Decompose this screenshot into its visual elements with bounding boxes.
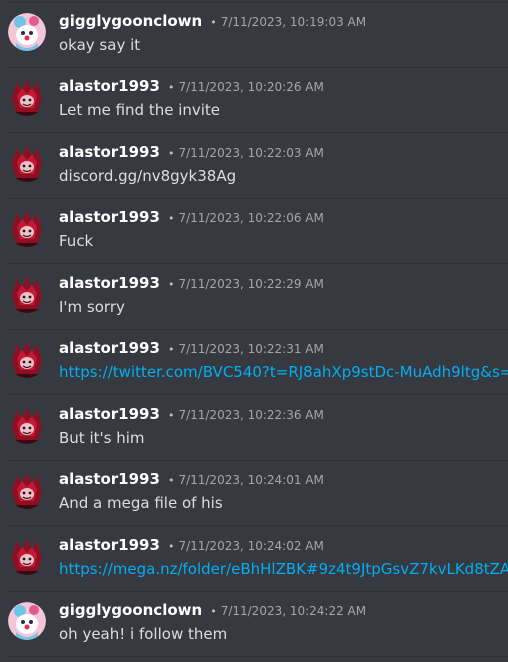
separator-dot: •	[167, 278, 175, 291]
message: gigglygoonclown • 7/11/2023, 10:19:03 AM o…	[8, 3, 508, 68]
message-author[interactable]: gigglygoonclown	[59, 12, 202, 30]
alastor-avatar-icon[interactable]	[8, 209, 46, 247]
message: alastor1993 • 7/11/2023, 10:24:01 AM And a…	[8, 461, 508, 526]
separator-dot: •	[167, 147, 175, 160]
alastor-avatar-icon[interactable]	[8, 537, 46, 575]
clown-avatar-icon[interactable]	[8, 13, 46, 51]
message: alastor1993 • 7/11/2023, 10:22:31 AM https…	[8, 330, 508, 395]
message-link[interactable]: https://mega.nz/folder/eBhHlZBK#9z4t9Jtp…	[59, 560, 508, 578]
message-author[interactable]: alastor1993	[59, 536, 160, 554]
chat-log: gigglygoonclown • 7/11/2023, 10:19:03 AM o…	[0, 0, 508, 662]
alastor-avatar-icon[interactable]	[8, 275, 46, 313]
alastor-avatar-icon[interactable]	[8, 144, 46, 182]
message-timestamp: 7/11/2023, 10:22:29 AM	[178, 277, 324, 291]
message-timestamp: 7/11/2023, 10:20:26 AM	[178, 80, 324, 94]
message-link[interactable]: https://twitter.com/BVC540?t=RJ8ahXp9stD…	[59, 363, 508, 381]
alastor-avatar-icon[interactable]	[8, 406, 46, 444]
alastor-avatar-icon[interactable]	[8, 78, 46, 116]
message-text: discord.gg/nv8gyk38Ag	[59, 167, 237, 185]
message-timestamp: 7/11/2023, 10:22:31 AM	[178, 342, 324, 356]
message-timestamp: 7/11/2023, 10:19:03 AM	[220, 15, 367, 29]
separator-dot: •	[210, 605, 217, 618]
alastor-avatar-icon[interactable]	[8, 340, 46, 378]
message-author[interactable]: alastor1993	[59, 470, 160, 488]
message-author[interactable]: alastor1993	[59, 274, 160, 292]
message-timestamp: 7/11/2023, 10:22:06 AM	[178, 211, 324, 225]
separator-dot: •	[167, 540, 175, 553]
separator-dot: •	[167, 81, 175, 94]
message: alastor1993 • 7/11/2023, 10:22:03 AM disco…	[8, 134, 508, 199]
message-text: But it's him	[59, 429, 145, 447]
message-author[interactable]: alastor1993	[59, 405, 160, 423]
message: alastor1993 • 7/11/2023, 10:22:29 AM I'm s…	[8, 265, 508, 330]
alastor-avatar-icon[interactable]	[8, 471, 46, 509]
message-author[interactable]: gigglygoonclown	[59, 601, 202, 619]
message-text: Let me find the invite	[59, 101, 221, 119]
separator-dot: •	[210, 16, 217, 29]
separator-dot: •	[167, 343, 175, 356]
message-timestamp: 7/11/2023, 10:22:36 AM	[178, 408, 324, 422]
message-timestamp: 7/11/2023, 10:24:01 AM	[178, 473, 324, 487]
message-author[interactable]: alastor1993	[59, 339, 160, 357]
message-text: oh yeah! i follow them	[59, 625, 228, 643]
message-author[interactable]: alastor1993	[59, 143, 160, 161]
message-text: Fuck	[59, 232, 94, 250]
message-author[interactable]: alastor1993	[59, 208, 160, 226]
separator-dot: •	[167, 212, 175, 225]
message: alastor1993 • 7/11/2023, 10:20:26 AM Let m…	[8, 68, 508, 133]
message-author[interactable]: alastor1993	[59, 77, 160, 95]
message: alastor1993 • 7/11/2023, 10:22:36 AM But i…	[8, 396, 508, 461]
message-timestamp: 7/11/2023, 10:22:03 AM	[178, 146, 324, 160]
message: alastor1993 • 7/11/2023, 10:24:02 AM https…	[8, 527, 508, 592]
clown-avatar-icon[interactable]	[8, 602, 46, 640]
message-text: I'm sorry	[59, 298, 125, 316]
message-text: And a mega file of his	[59, 494, 223, 512]
message: alastor1993 • 7/11/2023, 10:22:06 AM Fuck	[8, 199, 508, 264]
separator-dot: •	[167, 474, 175, 487]
message-timestamp: 7/11/2023, 10:24:22 AM	[220, 604, 367, 618]
message-timestamp: 7/11/2023, 10:24:02 AM	[178, 539, 324, 553]
message-text: okay say it	[59, 36, 141, 54]
separator-dot: •	[167, 409, 175, 422]
message: gigglygoonclown • 7/11/2023, 10:24:22 AM o…	[8, 592, 508, 657]
